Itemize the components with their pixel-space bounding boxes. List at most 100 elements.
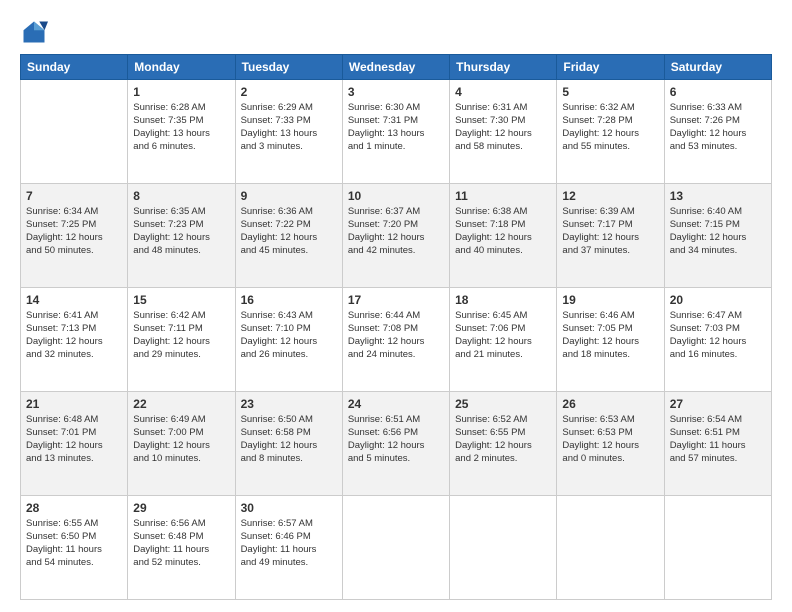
cell-line: and 26 minutes. — [241, 349, 337, 362]
cell-line: Sunrise: 6:35 AM — [133, 206, 229, 219]
day-number: 11 — [455, 188, 551, 204]
calendar-cell-5: 5Sunrise: 6:32 AMSunset: 7:28 PMDaylight… — [557, 80, 664, 184]
calendar-cell-11: 11Sunrise: 6:38 AMSunset: 7:18 PMDayligh… — [450, 184, 557, 288]
cell-line: Sunset: 7:30 PM — [455, 115, 551, 128]
cell-line: and 57 minutes. — [670, 453, 766, 466]
cell-line: Daylight: 11 hours — [133, 544, 229, 557]
cell-line: and 24 minutes. — [348, 349, 444, 362]
cell-line: Sunrise: 6:41 AM — [26, 310, 122, 323]
cell-line: and 6 minutes. — [133, 141, 229, 154]
cell-line: Sunset: 6:55 PM — [455, 427, 551, 440]
calendar-cell-10: 10Sunrise: 6:37 AMSunset: 7:20 PMDayligh… — [342, 184, 449, 288]
cell-line: and 34 minutes. — [670, 245, 766, 258]
cell-line: Sunrise: 6:40 AM — [670, 206, 766, 219]
cell-line: Sunrise: 6:52 AM — [455, 414, 551, 427]
cell-line: and 8 minutes. — [241, 453, 337, 466]
day-number: 28 — [26, 500, 122, 516]
day-number: 9 — [241, 188, 337, 204]
cell-line: Sunset: 6:51 PM — [670, 427, 766, 440]
cell-line: Daylight: 12 hours — [455, 336, 551, 349]
day-number: 30 — [241, 500, 337, 516]
cell-line: Sunset: 7:05 PM — [562, 323, 658, 336]
day-header-thursday: Thursday — [450, 55, 557, 80]
day-number: 3 — [348, 84, 444, 100]
day-number: 15 — [133, 292, 229, 308]
calendar-cell-26: 26Sunrise: 6:53 AMSunset: 6:53 PMDayligh… — [557, 392, 664, 496]
cell-line: and 2 minutes. — [455, 453, 551, 466]
calendar-cell-6: 6Sunrise: 6:33 AMSunset: 7:26 PMDaylight… — [664, 80, 771, 184]
cell-line: and 16 minutes. — [670, 349, 766, 362]
cell-line: Sunset: 7:23 PM — [133, 219, 229, 232]
day-number: 20 — [670, 292, 766, 308]
calendar-cell-2: 2Sunrise: 6:29 AMSunset: 7:33 PMDaylight… — [235, 80, 342, 184]
cell-line: and 42 minutes. — [348, 245, 444, 258]
day-number: 24 — [348, 396, 444, 412]
calendar-cell-13: 13Sunrise: 6:40 AMSunset: 7:15 PMDayligh… — [664, 184, 771, 288]
day-header-tuesday: Tuesday — [235, 55, 342, 80]
cell-line: Sunset: 7:00 PM — [133, 427, 229, 440]
cell-line: Daylight: 12 hours — [455, 128, 551, 141]
cell-line: Sunrise: 6:29 AM — [241, 102, 337, 115]
calendar-cell-30: 30Sunrise: 6:57 AMSunset: 6:46 PMDayligh… — [235, 496, 342, 600]
cell-line: Sunset: 7:22 PM — [241, 219, 337, 232]
cell-line: Sunrise: 6:48 AM — [26, 414, 122, 427]
cell-line: Sunset: 7:10 PM — [241, 323, 337, 336]
calendar-cell-15: 15Sunrise: 6:42 AMSunset: 7:11 PMDayligh… — [128, 288, 235, 392]
logo-icon — [20, 18, 48, 46]
calendar-cell-8: 8Sunrise: 6:35 AMSunset: 7:23 PMDaylight… — [128, 184, 235, 288]
cell-line: Daylight: 12 hours — [26, 232, 122, 245]
calendar-body: 1Sunrise: 6:28 AMSunset: 7:35 PMDaylight… — [21, 80, 772, 600]
cell-line: Sunrise: 6:30 AM — [348, 102, 444, 115]
calendar-cell-28: 28Sunrise: 6:55 AMSunset: 6:50 PMDayligh… — [21, 496, 128, 600]
calendar-cell-21: 21Sunrise: 6:48 AMSunset: 7:01 PMDayligh… — [21, 392, 128, 496]
cell-line: Sunset: 7:28 PM — [562, 115, 658, 128]
calendar-week-2: 7Sunrise: 6:34 AMSunset: 7:25 PMDaylight… — [21, 184, 772, 288]
cell-line: Sunset: 7:20 PM — [348, 219, 444, 232]
cell-line: Sunset: 7:15 PM — [670, 219, 766, 232]
cell-line: Daylight: 12 hours — [348, 336, 444, 349]
day-number: 16 — [241, 292, 337, 308]
cell-line: Sunset: 7:11 PM — [133, 323, 229, 336]
cell-line: Sunset: 7:17 PM — [562, 219, 658, 232]
cell-line: Sunrise: 6:31 AM — [455, 102, 551, 115]
cell-line: and 37 minutes. — [562, 245, 658, 258]
cell-line: and 0 minutes. — [562, 453, 658, 466]
calendar-cell-12: 12Sunrise: 6:39 AMSunset: 7:17 PMDayligh… — [557, 184, 664, 288]
cell-line: Sunrise: 6:43 AM — [241, 310, 337, 323]
cell-line: Sunset: 6:46 PM — [241, 531, 337, 544]
cell-line: Sunrise: 6:54 AM — [670, 414, 766, 427]
cell-line: Sunrise: 6:34 AM — [26, 206, 122, 219]
cell-line: Sunrise: 6:49 AM — [133, 414, 229, 427]
day-number: 25 — [455, 396, 551, 412]
cell-line: Sunset: 6:56 PM — [348, 427, 444, 440]
cell-line: Sunrise: 6:47 AM — [670, 310, 766, 323]
day-number: 23 — [241, 396, 337, 412]
cell-line: Daylight: 11 hours — [26, 544, 122, 557]
cell-line: and 18 minutes. — [562, 349, 658, 362]
calendar-cell-18: 18Sunrise: 6:45 AMSunset: 7:06 PMDayligh… — [450, 288, 557, 392]
day-header-monday: Monday — [128, 55, 235, 80]
day-number: 13 — [670, 188, 766, 204]
cell-line: Daylight: 13 hours — [241, 128, 337, 141]
cell-line: Sunset: 7:03 PM — [670, 323, 766, 336]
calendar-cell-22: 22Sunrise: 6:49 AMSunset: 7:00 PMDayligh… — [128, 392, 235, 496]
cell-line: Daylight: 13 hours — [348, 128, 444, 141]
cell-line: and 49 minutes. — [241, 557, 337, 570]
cell-line: Daylight: 12 hours — [455, 440, 551, 453]
day-number: 7 — [26, 188, 122, 204]
cell-line: Sunrise: 6:46 AM — [562, 310, 658, 323]
day-number: 6 — [670, 84, 766, 100]
cell-line: Sunrise: 6:53 AM — [562, 414, 658, 427]
cell-line: and 21 minutes. — [455, 349, 551, 362]
cell-line: Sunrise: 6:45 AM — [455, 310, 551, 323]
cell-line: Sunrise: 6:32 AM — [562, 102, 658, 115]
cell-line: Daylight: 12 hours — [562, 232, 658, 245]
cell-line: Sunrise: 6:50 AM — [241, 414, 337, 427]
calendar-cell-23: 23Sunrise: 6:50 AMSunset: 6:58 PMDayligh… — [235, 392, 342, 496]
cell-line: Daylight: 12 hours — [670, 336, 766, 349]
day-number: 5 — [562, 84, 658, 100]
calendar-cell-9: 9Sunrise: 6:36 AMSunset: 7:22 PMDaylight… — [235, 184, 342, 288]
cell-line: Sunrise: 6:42 AM — [133, 310, 229, 323]
cell-line: and 13 minutes. — [26, 453, 122, 466]
day-number: 19 — [562, 292, 658, 308]
